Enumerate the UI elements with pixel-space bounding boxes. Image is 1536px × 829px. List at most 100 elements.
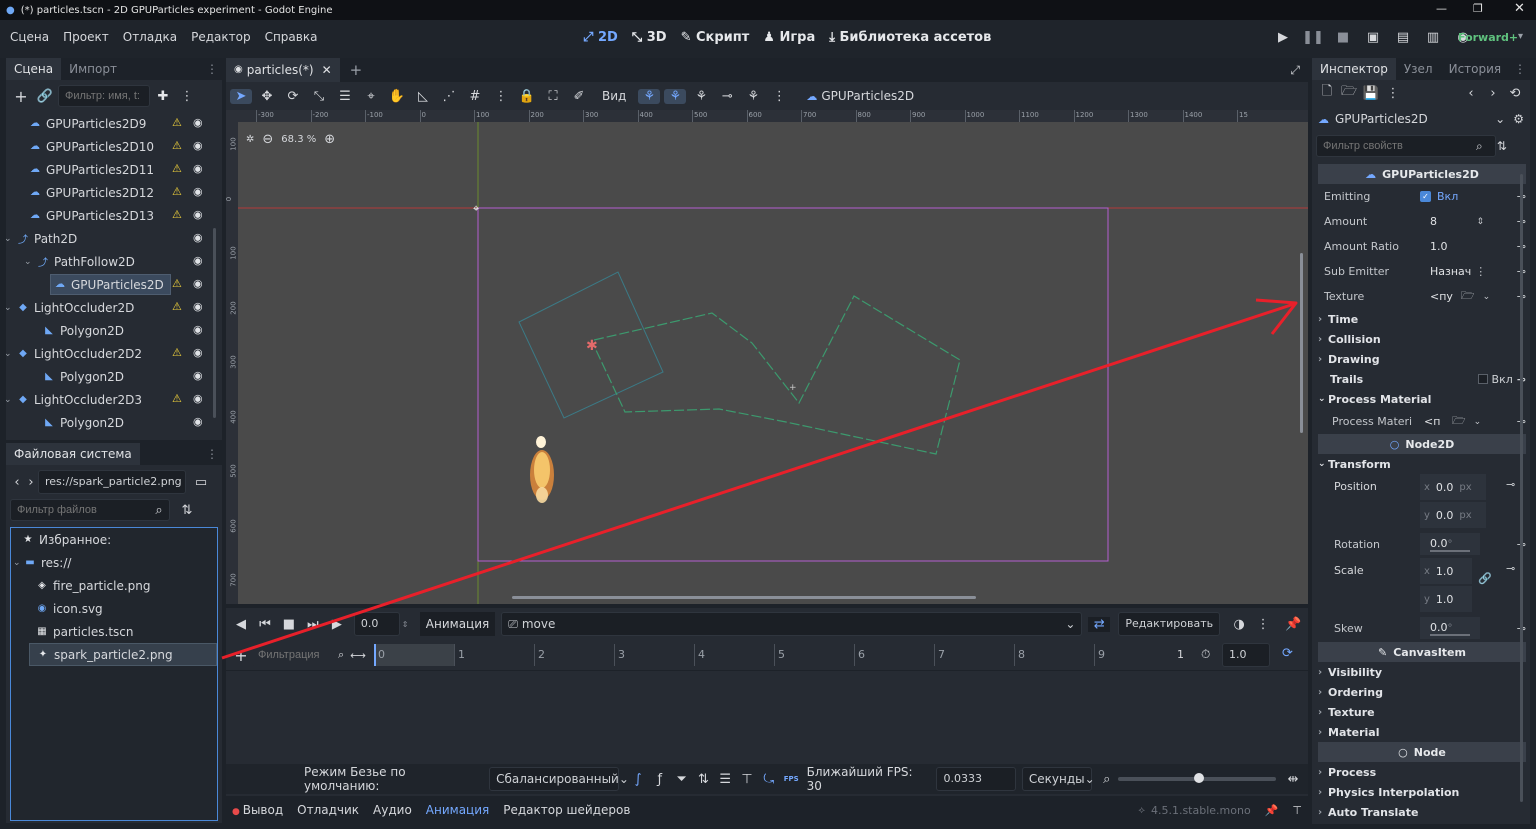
section-visibility[interactable]: › Visibility [1318,662,1526,682]
pivot-tool-icon[interactable]: ⌖ [360,89,382,104]
menu-project[interactable]: Проект [63,30,109,44]
fs-file-spark-particle2[interactable]: ✦ spark_particle2.png [29,643,217,666]
rotate-tool-icon[interactable]: ⟳ [282,89,304,104]
zoom-track-icon[interactable]: ⟷ [350,649,366,662]
inspector-object-select[interactable]: ☁ GPUParticles2D ⌄ ⚙ [1312,106,1530,132]
rotation-field[interactable]: 0.0° [1420,533,1480,555]
pin-icon[interactable]: 📌 [1282,617,1304,632]
maximize-icon[interactable]: ❐ [1473,2,1483,15]
fs-folder-res[interactable]: ⌄ ▬ res:// [11,551,217,574]
particles-options-icon[interactable]: ⋮ [768,89,790,104]
smart-snap-icon[interactable]: ⋰ [438,89,460,104]
add-scene-tab-icon[interactable]: + [350,61,363,79]
property-sort-icon[interactable]: ⇅ [1497,139,1507,153]
scene-node-polygon2d[interactable]: ◣ Polygon2D ◉ [6,411,222,434]
mode-asset-library[interactable]: ⤓ Библиотека ассетов [829,30,991,45]
trails-checkbox[interactable] [1477,374,1488,384]
scale-x-field[interactable]: x 1.0 [1420,558,1472,584]
emission-mask-icon[interactable]: ⊸ [716,89,738,104]
inspector-menu-icon[interactable]: ⋮ [1514,62,1526,76]
track-filter-icon[interactable]: ⏷ [671,772,693,787]
play-scene-icon[interactable]: ▤ [1392,30,1414,45]
visibility-eye-icon[interactable]: ◉ [193,415,203,428]
forward-icon[interactable]: › [24,475,38,490]
grid-snap-icon[interactable]: # [464,89,486,104]
snap-options-icon[interactable]: ⋮ [490,89,512,104]
viewport[interactable]: -300 -200 -100 0 100 200 300 400 500 600 700 800 900… [226,110,1308,604]
scene-node-lightoccluder2d3[interactable]: ⌄ ◆ LightOccluder2D3 ⚠ ◉ [6,388,222,411]
fs-favorites[interactable]: ★ Избранное: [11,528,217,551]
tab-filesystem[interactable]: Файловая система [6,443,140,465]
function-icon[interactable]: ƒ [649,772,671,787]
chevron-down-icon[interactable]: ⌄ [6,303,14,313]
chevron-down-icon[interactable]: ⌄ [6,349,14,359]
distraction-free-icon[interactable]: ⤢ [1290,63,1300,78]
group-tracks-icon[interactable]: ☰ [714,772,736,787]
warning-icon[interactable]: ⚠ [172,185,182,198]
anim-length-field[interactable]: 1.0 [1222,643,1270,667]
prop-value-field[interactable]: 1.0 [1420,235,1494,258]
skew-slider[interactable] [1430,633,1470,636]
scale-y-field[interactable]: y 1.0 [1420,586,1472,612]
inspector-scrollbar[interactable] [1520,174,1523,802]
section-collision[interactable]: › Collision [1318,329,1526,349]
fs-path-field[interactable]: res://spark_particle2.png [38,470,186,494]
loop-icon[interactable]: ⟳ [1282,646,1293,661]
link-icon[interactable]: 🔗 [34,89,56,104]
fps-badge[interactable]: FPS [784,775,799,783]
visibility-eye-icon[interactable]: ◉ [193,392,203,405]
visibility-eye-icon[interactable]: ◉ [193,231,203,244]
visibility-eye-icon[interactable]: ◉ [193,346,203,359]
sort-keys-icon[interactable]: ⇅ [693,772,715,787]
resource-menu-icon[interactable]: ⋮ [1382,86,1404,101]
minimize-icon[interactable]: — [1436,2,1447,15]
attach-script-icon[interactable]: ✚ [152,89,174,104]
close-window-icon[interactable]: ✕ [1514,1,1525,16]
fit-timeline-icon[interactable]: ⇹ [1282,772,1304,787]
view-menu[interactable]: Вид [602,89,626,103]
particles-tool2-icon[interactable]: ⚘ [664,88,687,104]
tab-animation[interactable]: Анимация [426,803,489,817]
load-resource-icon[interactable]: 🗁 [1338,82,1360,104]
tab-import[interactable]: Импорт [61,58,125,80]
scene-node-gpuparticles2d10[interactable]: ☁ GPUParticles2D10 ⚠ ◉ [6,135,222,158]
property-filter-input[interactable] [1316,135,1496,157]
timeline-zoom-slider[interactable] [1117,773,1277,783]
warning-icon[interactable]: ⚠ [172,116,182,129]
stop-icon[interactable]: ■ [1332,30,1354,45]
mode-3d[interactable]: ⤡ 3D [632,30,667,45]
menu-help[interactable]: Справка [265,30,318,44]
section-auto-translate[interactable]: › Auto Translate [1318,802,1526,822]
menu-scene[interactable]: Сцена [10,30,49,44]
scene-node-lightoccluder2d[interactable]: ⌄ ◆ LightOccluder2D ⚠ ◉ [6,296,222,319]
bone-icon[interactable]: ✐ [568,89,590,104]
back-icon[interactable]: ‹ [10,475,24,490]
warning-icon[interactable]: ⚠ [172,300,182,313]
list-select-icon[interactable]: ☰ [334,89,356,104]
position-revert-icon[interactable]: ⊸ [1506,478,1515,491]
remote-debug-icon[interactable]: ▣ [1362,30,1384,45]
step-field[interactable]: 0.0333 [936,767,1016,791]
expand-bottom-icon[interactable]: ⊤ [1292,804,1302,817]
prop-value-field[interactable]: ✓ Вкл [1420,185,1494,208]
tab-shader-editor[interactable]: Редактор шейдеров [503,803,630,817]
warning-icon[interactable]: ⚠ [172,139,182,152]
history-back-icon[interactable]: ‹ [1460,86,1482,101]
play-backwards-icon[interactable]: ◀ [230,617,252,632]
position-y-field[interactable]: y 0.0 px [1420,502,1486,528]
fs-file-particles-tscn[interactable]: ▦ particles.tscn [11,620,217,643]
fs-filter-input[interactable] [10,499,170,521]
group-icon[interactable]: ⛶ [542,89,564,104]
scene-node-gpuparticles2d12[interactable]: ☁ GPUParticles2D12 ⚠ ◉ [6,181,222,204]
scene-node-gpuparticles2d[interactable]: ☁ GPUParticles2D ⚠ ◉ [6,273,222,296]
ruler-tool-icon[interactable]: ◺ [412,89,434,104]
prop-value-field[interactable]: 8 ⇕ [1420,210,1494,233]
fs-menu-icon[interactable]: ⋮ [206,447,218,461]
play-custom-scene-icon[interactable]: ▥ [1422,30,1444,45]
move-tool-icon[interactable]: ✥ [256,89,278,104]
pause-icon[interactable]: ❚❚ [1302,30,1324,45]
section-process-material[interactable]: ⌄ Process Material [1318,389,1526,409]
onion-skin-icon[interactable]: ◑ [1228,617,1250,632]
scene-node-polygon2d[interactable]: ◣ Polygon2D ◉ [6,319,222,342]
tab-scene[interactable]: Сцена [6,58,62,80]
